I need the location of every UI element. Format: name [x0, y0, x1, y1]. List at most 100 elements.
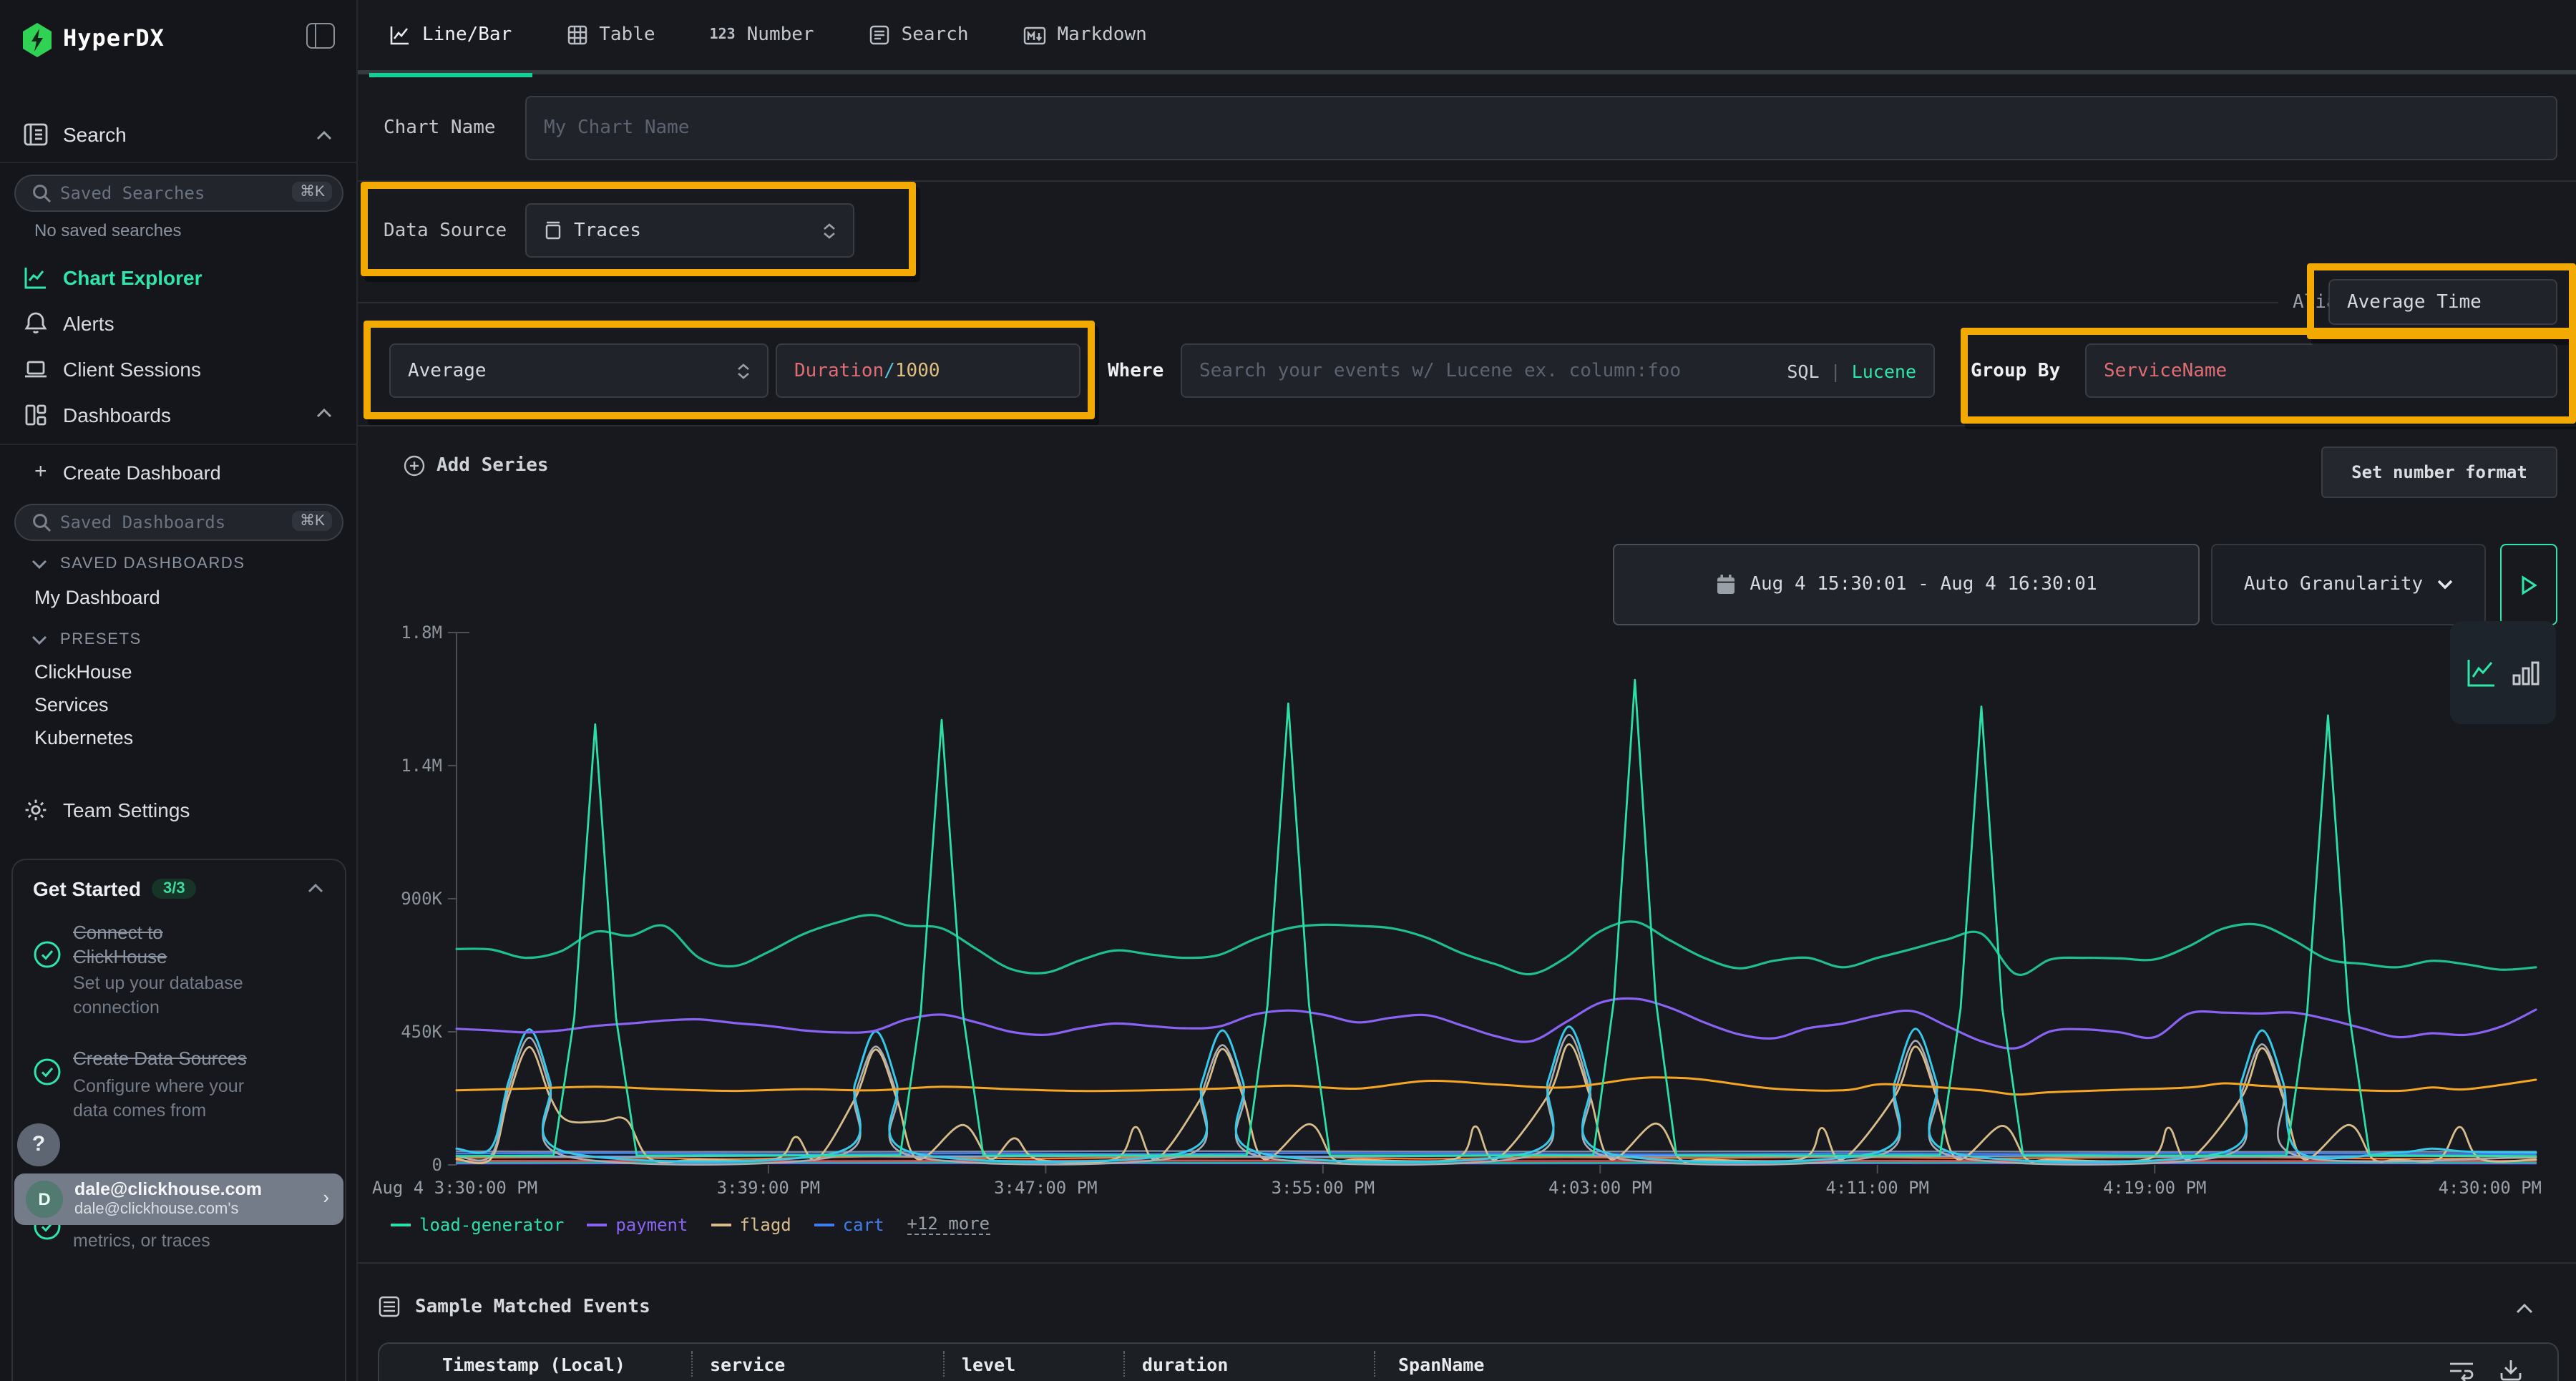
select-chevrons-icon — [737, 363, 750, 379]
series-line-series-teal-wavy — [457, 915, 2536, 975]
chart-type-tabbar: Line/Bar Table 123 Number Search Markdow… — [358, 0, 2576, 74]
download-icon[interactable] — [2499, 1358, 2523, 1381]
get-started-badge: 3/3 — [152, 879, 197, 899]
timeseries-chart[interactable]: 0450K900K1.4M1.8MAug 4 3:30:00 PM3:39:00… — [361, 615, 2573, 1209]
sidebar-item-chart-explorer[interactable]: Chart Explorer — [0, 263, 356, 298]
add-series-label: Add Series — [436, 455, 549, 477]
saved-searches-input[interactable]: Saved Searches ⌘K — [14, 175, 343, 212]
column-header-level: level — [962, 1354, 1015, 1375]
get-started-item-sub: Configure where yourdata comes from — [73, 1075, 244, 1123]
hyperdx-app: HyperDX Search Saved Searches ⌘K No save… — [0, 0, 2576, 1381]
user-menu[interactable]: D dale@clickhouse.com dale@clickhouse.co… — [14, 1173, 343, 1225]
saved-dashboards-section-title[interactable]: SAVED DASHBOARDS — [60, 555, 245, 572]
column-separator[interactable] — [943, 1351, 945, 1377]
chevron-up-icon[interactable] — [308, 883, 323, 893]
data-source-select[interactable]: Traces — [525, 203, 854, 258]
svg-text:3:47:00 PM: 3:47:00 PM — [994, 1178, 1098, 1198]
sidebar-item-label: Client Sessions — [63, 358, 201, 381]
sidebar-item-dashboards[interactable]: Dashboards — [0, 401, 356, 435]
where-search-input[interactable]: Search your events w/ Lucene ex. column:… — [1181, 343, 1935, 398]
divider — [358, 1262, 2576, 1264]
get-started-item[interactable]: Create Data Sources — [73, 1046, 247, 1070]
divider — [358, 302, 2278, 303]
check-circle-icon — [33, 940, 62, 969]
line-chart-icon — [389, 24, 411, 46]
set-number-format-button[interactable]: Set number format — [2321, 446, 2557, 498]
legend-label: payment — [615, 1214, 688, 1234]
date-range-picker[interactable]: Aug 4 15:30:01 - Aug 4 16:30:01 — [1613, 544, 2200, 625]
legend-item[interactable]: payment — [587, 1214, 688, 1234]
get-started-item[interactable]: Connect toClickHouse — [73, 920, 167, 969]
sidebar-item-clickhouse[interactable]: ClickHouse — [34, 661, 132, 683]
gear-icon — [23, 797, 49, 823]
column-separator[interactable] — [1374, 1351, 1375, 1377]
chevron-up-icon[interactable] — [316, 408, 332, 418]
search-doc-icon — [869, 24, 890, 46]
shortcut-badge: ⌘K — [293, 182, 332, 202]
divisor: 1000 — [895, 360, 940, 381]
sql-toggle[interactable]: SQL — [1787, 360, 1819, 381]
column-separator[interactable] — [691, 1351, 693, 1377]
chart-line-icon — [23, 265, 49, 291]
sidebar-item-alerts[interactable]: Alerts — [0, 309, 356, 343]
tab-search[interactable]: Search — [860, 0, 977, 72]
wrap-lines-icon[interactable] — [2449, 1360, 2474, 1381]
hyperdx-logo-icon — [21, 23, 53, 57]
tab-markdown[interactable]: Markdown — [1015, 0, 1156, 72]
sidebar-item-my-dashboard[interactable]: My Dashboard — [34, 587, 160, 608]
legend-label: load-generator — [419, 1214, 564, 1234]
sidebar-item-team-settings[interactable]: Team Settings — [0, 796, 356, 830]
sidebar-item-label: Dashboards — [63, 404, 171, 426]
legend-more-link[interactable]: +12 more — [907, 1214, 990, 1235]
date-range-value: Aug 4 15:30:01 - Aug 4 16:30:01 — [1750, 574, 2097, 595]
field-expression-input[interactable]: Duration/1000 — [776, 343, 1080, 398]
chevron-down-icon[interactable] — [31, 560, 47, 570]
svg-text:4:30:00 PM: 4:30:00 PM — [2439, 1178, 2542, 1198]
series-line-series-orange — [457, 1078, 2536, 1095]
chart-name-input[interactable]: My Chart Name — [525, 96, 2557, 160]
legend-dash-icon — [587, 1223, 607, 1226]
help-button[interactable]: ? — [17, 1123, 60, 1166]
chevron-up-icon[interactable] — [316, 130, 332, 140]
legend-item[interactable]: load-generator — [391, 1214, 564, 1234]
granularity-value: Auto Granularity — [2244, 574, 2423, 595]
saved-dashboards-input[interactable]: Saved Dashboards ⌘K — [14, 504, 343, 541]
chart-legend: load-generator payment flagd cart +12 more — [391, 1214, 990, 1235]
aggregation-select[interactable]: Average — [389, 343, 769, 398]
shortcut-badge: ⌘K — [293, 511, 332, 531]
sidebar-collapse-icon[interactable] — [306, 23, 335, 49]
main-panel: Line/Bar Table 123 Number Search Markdow… — [358, 0, 2576, 1381]
add-series-button[interactable]: Add Series — [404, 455, 549, 477]
chevron-down-icon[interactable] — [31, 635, 47, 645]
create-dashboard-button[interactable]: + Create Dashboard — [0, 458, 356, 489]
svg-text:1.8M: 1.8M — [401, 623, 442, 643]
run-query-button[interactable] — [2500, 544, 2557, 625]
tab-line-bar[interactable]: Line/Bar — [381, 0, 520, 72]
sidebar-item-label: Alerts — [63, 312, 114, 335]
brand-title: HyperDX — [63, 24, 165, 52]
laptop-icon — [23, 356, 49, 382]
check-circle-icon — [33, 1058, 62, 1086]
tab-number[interactable]: 123 Number — [701, 0, 823, 72]
sidebar-item-kubernetes[interactable]: Kubernetes — [34, 727, 133, 748]
search-icon — [31, 512, 52, 532]
granularity-select[interactable]: Auto Granularity — [2211, 544, 2486, 625]
collapse-section-icon[interactable] — [2516, 1302, 2533, 1314]
column-separator[interactable] — [1123, 1351, 1125, 1377]
group-by-input[interactable]: ServiceName — [2085, 343, 2557, 398]
sidebar-item-services[interactable]: Services — [34, 694, 109, 716]
lucene-toggle[interactable]: Lucene — [1852, 360, 1916, 381]
saved-dashboards-placeholder: Saved Dashboards — [60, 512, 225, 532]
legend-dash-icon — [711, 1223, 731, 1226]
legend-item[interactable]: cart — [814, 1214, 884, 1234]
search-icon — [31, 183, 52, 203]
sidebar-section-search[interactable]: Search — [0, 120, 356, 155]
tab-table[interactable]: Table — [557, 0, 663, 72]
chevron-down-icon — [2437, 580, 2453, 590]
sidebar: HyperDX Search Saved Searches ⌘K No save… — [0, 0, 358, 1381]
alias-input[interactable]: Average Time — [2328, 279, 2557, 325]
group-by-label: Group By — [1971, 361, 2060, 382]
presets-section-title[interactable]: PRESETS — [60, 631, 142, 648]
sidebar-item-client-sessions[interactable]: Client Sessions — [0, 355, 356, 389]
legend-item[interactable]: flagd — [711, 1214, 791, 1234]
